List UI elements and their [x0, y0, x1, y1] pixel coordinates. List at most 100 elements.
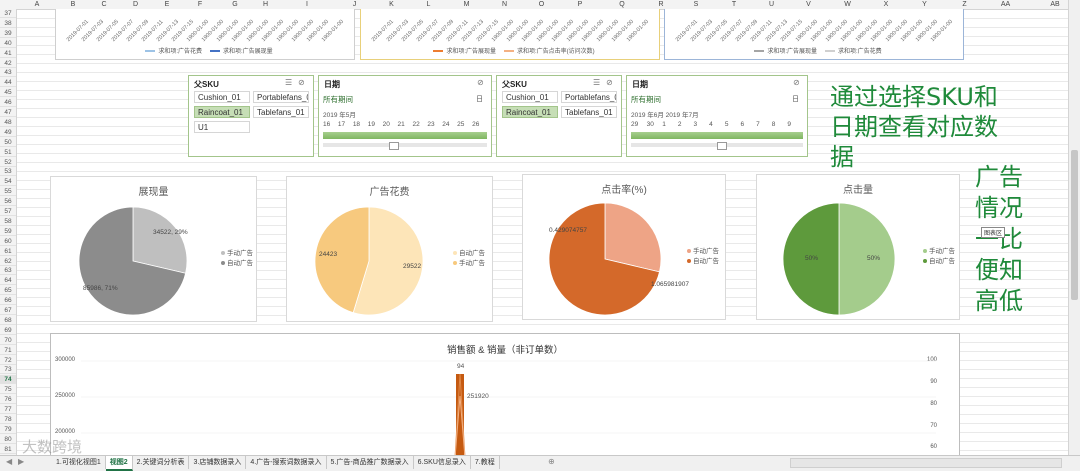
row-header-cell[interactable]: 50 [0, 138, 16, 147]
clear-filter-icon[interactable]: ⊘ [298, 79, 306, 87]
scroll-thumb[interactable] [389, 142, 399, 150]
row-header-cell[interactable]: 72 [0, 356, 16, 365]
multi-select-icon[interactable]: ☰ [285, 79, 293, 87]
timeline-scrollbar[interactable] [631, 142, 803, 150]
column-header-cell[interactable]: K [372, 0, 412, 9]
column-header-cell[interactable]: J [335, 0, 375, 9]
timeline-day[interactable]: 30 [647, 121, 654, 128]
row-header-cell[interactable]: 53 [0, 167, 16, 177]
sheet-tab[interactable]: 视图2 [105, 456, 133, 471]
column-header-cell[interactable]: A [17, 0, 57, 9]
pie-card-impressions[interactable]: 展现量 34522, 29% 85986, 71% 手动广告 自动广告 [50, 176, 257, 322]
timeline-day[interactable]: 3 [694, 121, 698, 128]
row-header-cell[interactable]: 42 [0, 59, 16, 68]
sku-slicer-2[interactable]: 父SKU ☰ ⊘ Cushion_01 Portablefans_01 Rain… [496, 75, 622, 157]
slicer-item[interactable]: Cushion_01 [502, 91, 558, 103]
timeline-bar[interactable] [631, 132, 803, 139]
row-header-cell[interactable]: 59 [0, 227, 16, 236]
clear-filter-icon[interactable]: ⊘ [477, 79, 485, 87]
row-header-cell[interactable]: 63 [0, 266, 16, 276]
timeline-day[interactable]: 5 [725, 121, 729, 128]
column-header-cell[interactable]: AA [986, 0, 1026, 9]
timeline-day[interactable]: 8 [772, 121, 776, 128]
row-header-cell[interactable]: 69 [0, 326, 16, 335]
row-header-cell[interactable]: 56 [0, 197, 16, 207]
row-header-cell[interactable]: 58 [0, 217, 16, 226]
top-chart-3[interactable]: 2019-07-01 2019-07-03 2019-07-05 2019-07-07… [664, 9, 964, 60]
timeline-day[interactable]: 4 [709, 121, 713, 128]
slicer-item[interactable]: U1 [194, 121, 250, 133]
row-header-cell[interactable]: 60 [0, 237, 16, 246]
column-header-cell[interactable]: L [409, 0, 449, 9]
row-header-cell[interactable]: 80 [0, 435, 16, 444]
row-header-cell[interactable]: 37 [0, 9, 16, 18]
column-header-cell[interactable]: R [641, 0, 681, 9]
row-header-cell[interactable]: 43 [0, 68, 16, 78]
row-header-cell[interactable]: 74 [0, 375, 16, 385]
column-header-cell[interactable]: S [676, 0, 716, 9]
row-header-cell[interactable]: 49 [0, 128, 16, 137]
vertical-scrollbar[interactable] [1068, 0, 1080, 455]
row-header-cell[interactable]: 54 [0, 177, 16, 187]
sheet-tab[interactable]: 1.可视化视图1 [52, 456, 106, 469]
row-header-cell[interactable]: 66 [0, 296, 16, 306]
row-header-cell[interactable]: 64 [0, 276, 16, 286]
row-header-cell[interactable]: 77 [0, 405, 16, 414]
row-header-cell[interactable]: 61 [0, 247, 16, 256]
sheet-tab[interactable]: 2.关键词分析表 [133, 456, 190, 469]
sheet-tab[interactable]: 7.教程 [471, 456, 500, 469]
scroll-thumb[interactable] [717, 142, 727, 150]
top-chart-2[interactable]: 2019-07-01 2019-07-03 2019-07-05 2019-07-07… [360, 9, 660, 60]
row-header-cell[interactable]: 81 [0, 445, 16, 454]
top-chart-1[interactable]: 2019-07-01 2019-07-03 2019-07-05 2019-07-07… [55, 9, 355, 60]
row-header-cell[interactable]: 62 [0, 257, 16, 266]
pie-card-clicks[interactable]: 点击量 50% 50% 手动广告 自动广告 [756, 174, 960, 320]
horizontal-scrollbar[interactable] [790, 458, 1062, 468]
date-timeline-1[interactable]: 日期 ⊘ 所有期间 日 2019 年5月 16 17 18 19 20 21 22 23 24 2… [318, 75, 492, 157]
timeline-scrollbar[interactable] [323, 142, 487, 150]
row-header-cell[interactable]: 78 [0, 415, 16, 424]
timeline-day[interactable]: 17 [338, 121, 345, 128]
pie-card-ad-spend[interactable]: 广告花费 29522 24423 自动广告 手动广告 [286, 176, 493, 322]
sheet-tab[interactable]: 5.广告-商品推广数据录入 [327, 456, 414, 469]
column-header-cell[interactable]: V [789, 0, 829, 9]
sheet-tab[interactable]: 3.店铺数据录入 [189, 456, 247, 469]
row-header-cell[interactable]: 39 [0, 29, 16, 38]
slicer-item[interactable]: Portablefans_01 [253, 91, 309, 103]
row-header-cell[interactable]: 73 [0, 365, 16, 375]
timeline-day[interactable]: 24 [442, 121, 449, 128]
timeline-day[interactable]: 19 [368, 121, 375, 128]
timeline-unit-dropdown[interactable]: 日 [792, 94, 799, 104]
timeline-day[interactable]: 2 [678, 121, 682, 128]
clear-filter-icon[interactable]: ⊘ [606, 79, 614, 87]
timeline-day[interactable]: 6 [740, 121, 744, 128]
column-header-cell[interactable]: Y [905, 0, 945, 9]
timeline-day[interactable]: 7 [756, 121, 760, 128]
slicer-item[interactable]: Cushion_01 [194, 91, 250, 103]
prev-sheet-icon[interactable]: ◀ [6, 457, 12, 466]
sku-slicer-1[interactable]: 父SKU ☰ ⊘ Cushion_01 Portablefans_01 Rain… [188, 75, 314, 157]
timeline-day[interactable]: 9 [787, 121, 791, 128]
timeline-day[interactable]: 25 [457, 121, 464, 128]
timeline-day[interactable]: 20 [383, 121, 390, 128]
timeline-day[interactable]: 29 [631, 121, 638, 128]
row-header-cell[interactable]: 71 [0, 346, 16, 355]
row-header-cell[interactable]: 55 [0, 187, 16, 197]
timeline-unit-dropdown[interactable]: 日 [476, 94, 483, 104]
slicer-item[interactable]: Portablefans_01 [561, 91, 617, 103]
slicer-item-selected[interactable]: Raincoat_01 [502, 106, 558, 118]
column-header-cell[interactable]: P [560, 0, 600, 9]
column-header-cell[interactable]: T [714, 0, 754, 9]
row-header-cell[interactable]: 65 [0, 286, 16, 296]
row-header-cell[interactable]: 38 [0, 19, 16, 28]
sheet-tab[interactable]: 6.SKU信息录入 [414, 456, 471, 469]
sheet-tab[interactable]: 4.广告-搜索词数据录入 [246, 456, 327, 469]
sales-chart[interactable]: 销售额 & 销量（非订单数） 300000 250000 200000 100 … [50, 333, 960, 458]
scroll-thumb[interactable] [1071, 150, 1078, 300]
timeline-day[interactable]: 18 [353, 121, 360, 128]
column-header-cell[interactable]: X [866, 0, 906, 9]
timeline-day[interactable]: 26 [472, 121, 479, 128]
row-header-cell[interactable]: 76 [0, 395, 16, 405]
column-header-cell[interactable]: I [287, 0, 327, 9]
row-header-cell[interactable]: 41 [0, 49, 16, 58]
